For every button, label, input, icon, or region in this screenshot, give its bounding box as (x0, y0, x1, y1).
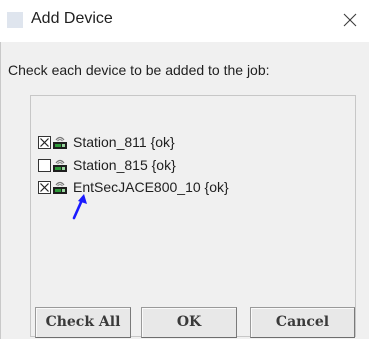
app-icon (7, 12, 23, 28)
close-icon (343, 13, 357, 27)
checkbox-unchecked-icon (38, 159, 51, 172)
title-bar[interactable]: Add Device (0, 0, 369, 42)
add-device-dialog: Add Device Check each device to be added… (0, 0, 369, 339)
device-checkbox[interactable] (38, 159, 51, 172)
checkbox-checked-icon (38, 181, 51, 194)
checkbox-checked-icon (38, 136, 51, 149)
ok-button[interactable]: OK (141, 307, 237, 338)
check-all-button[interactable]: Check All (35, 307, 131, 338)
instruction-text: Check each device to be added to the job… (8, 62, 270, 78)
window-title: Add Device (31, 10, 113, 27)
device-row-station-815[interactable]: Station_815 {ok} (38, 156, 278, 176)
cancel-button[interactable]: Cancel (250, 307, 355, 338)
device-row-station-811[interactable]: Station_811 {ok} (38, 133, 278, 153)
device-label: Station_811 {ok} (73, 134, 175, 150)
close-button[interactable] (336, 6, 364, 34)
device-checkbox[interactable] (38, 181, 51, 194)
station-status-icon (52, 157, 68, 173)
station-status-icon (52, 179, 68, 195)
arrow-icon (72, 194, 87, 220)
station-status-icon (52, 134, 68, 150)
device-label: Station_815 {ok} (73, 157, 176, 173)
device-checkbox[interactable] (38, 136, 51, 149)
device-label: EntSecJACE800_10 {ok} (73, 179, 229, 195)
